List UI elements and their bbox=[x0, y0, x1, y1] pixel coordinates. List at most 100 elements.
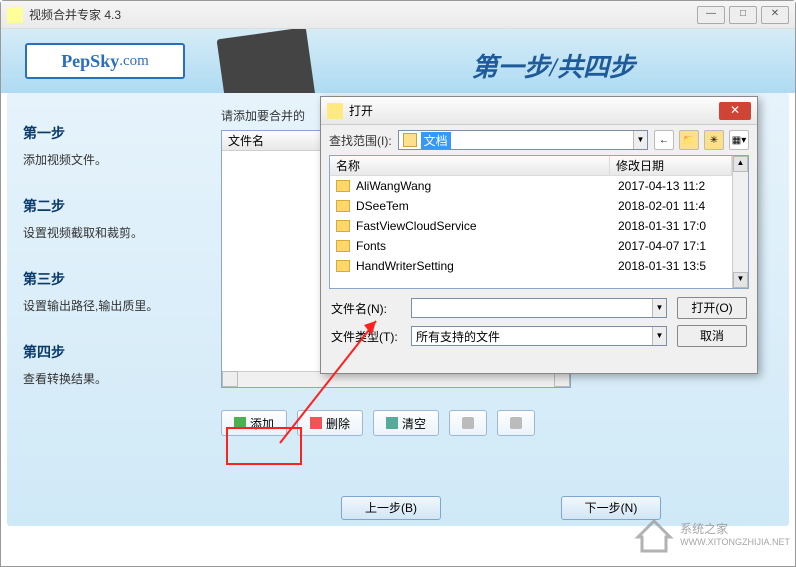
step-desc: 添加视频文件。 bbox=[23, 151, 203, 168]
view-menu-button[interactable]: ▦▾ bbox=[729, 130, 749, 150]
dialog-icon bbox=[327, 103, 343, 119]
file-name-label: 文件名(N): bbox=[331, 300, 401, 317]
window-title: 视频合并专家 4.3 bbox=[29, 6, 697, 23]
file-row[interactable]: Fonts 2017-04-07 17:1 bbox=[330, 236, 732, 256]
dialog-vscroll[interactable]: ▲ ▼ bbox=[732, 156, 748, 288]
listview-columns: 名称 修改日期 AliWangWang 2017-04-13 11:2 DSee… bbox=[330, 156, 732, 288]
folder-icon bbox=[336, 220, 350, 232]
watermark-line2: WWW.XITONGZHIJIA.NET bbox=[680, 537, 790, 548]
house-icon bbox=[634, 515, 674, 555]
folder-icon bbox=[336, 240, 350, 252]
row-name: FastViewCloudService bbox=[356, 219, 618, 233]
folder-icon bbox=[403, 133, 417, 147]
step-title: 第三步 bbox=[23, 269, 203, 289]
step-desc: 设置输出路径,输出质里。 bbox=[23, 297, 203, 314]
dialog-file-listview: 名称 修改日期 AliWangWang 2017-04-13 11:2 DSee… bbox=[329, 155, 749, 289]
app-icon bbox=[7, 7, 23, 23]
file-row[interactable]: FastViewCloudService 2018-01-31 17:0 bbox=[330, 216, 732, 236]
delete-button-label: 删除 bbox=[326, 415, 350, 432]
move-down-button[interactable] bbox=[497, 410, 535, 436]
open-file-dialog: 打开 ✕ 查找范围(I): 文档 ▼ ← 📁 ✳ ▦▾ 名称 修改日期 AliW… bbox=[320, 96, 758, 374]
row-name: DSeeTem bbox=[356, 199, 618, 213]
file-type-value: 所有支持的文件 bbox=[416, 328, 500, 345]
delete-button[interactable]: 删除 bbox=[297, 410, 363, 436]
minimize-button[interactable]: — bbox=[697, 6, 725, 24]
row-name: Fonts bbox=[356, 239, 618, 253]
file-name-input[interactable]: ▼ bbox=[411, 298, 667, 318]
file-row[interactable]: AliWangWang 2017-04-13 11:2 bbox=[330, 176, 732, 196]
step-desc: 查看转换结果。 bbox=[23, 370, 203, 387]
scroll-track[interactable] bbox=[733, 172, 748, 272]
listview-header: 名称 修改日期 bbox=[330, 156, 732, 176]
dialog-bottom: 文件名(N): ▼ 打开(O) 文件类型(T): 所有支持的文件 ▼ 取消 bbox=[321, 289, 757, 351]
banner: PepSky.com 第一步/共四步 bbox=[1, 29, 795, 93]
clear-icon bbox=[386, 417, 398, 429]
close-button[interactable]: ✕ bbox=[761, 6, 789, 24]
dialog-lookin-row: 查找范围(I): 文档 ▼ ← 📁 ✳ ▦▾ bbox=[321, 125, 757, 155]
scroll-left-button[interactable] bbox=[222, 371, 238, 387]
col-date[interactable]: 修改日期 bbox=[610, 156, 732, 175]
row-date: 2018-02-01 11:4 bbox=[618, 199, 732, 213]
logo: PepSky.com bbox=[25, 43, 185, 79]
sidebar-step-3: 第三步 设置输出路径,输出质里。 bbox=[23, 269, 203, 314]
folder-icon bbox=[336, 260, 350, 272]
watermark-line1: 系统之家 bbox=[680, 522, 790, 536]
sidebar-step-1: 第一步 添加视频文件。 bbox=[23, 123, 203, 168]
file-type-combo[interactable]: 所有支持的文件 ▼ bbox=[411, 326, 667, 346]
chevron-down-icon[interactable]: ▼ bbox=[652, 327, 666, 345]
file-toolbar: 添加 删除 清空 bbox=[221, 410, 781, 436]
file-row[interactable]: DSeeTem 2018-02-01 11:4 bbox=[330, 196, 732, 216]
file-row[interactable]: HandWriterSetting 2018-01-31 13:5 bbox=[330, 256, 732, 276]
col-name[interactable]: 名称 bbox=[330, 156, 610, 175]
lookin-combo[interactable]: 文档 ▼ bbox=[398, 130, 648, 150]
cancel-button[interactable]: 取消 bbox=[677, 325, 747, 347]
titlebar: 视频合并专家 4.3 — □ ✕ bbox=[1, 1, 795, 29]
scroll-up-button[interactable]: ▲ bbox=[733, 156, 748, 172]
add-button[interactable]: 添加 bbox=[221, 410, 287, 436]
file-list-col-name: 文件名 bbox=[228, 132, 264, 149]
step-title: 第四步 bbox=[23, 342, 203, 362]
file-type-label: 文件类型(T): bbox=[331, 328, 401, 345]
row-date: 2018-01-31 13:5 bbox=[618, 259, 732, 273]
row-date: 2017-04-13 11:2 bbox=[618, 179, 732, 193]
row-name: HandWriterSetting bbox=[356, 259, 618, 273]
step-indicator: 第一步/共四步 bbox=[472, 47, 635, 84]
maximize-button[interactable]: □ bbox=[729, 6, 757, 24]
clear-button[interactable]: 清空 bbox=[373, 410, 439, 436]
dialog-title: 打开 bbox=[349, 102, 719, 119]
down-arrow-icon bbox=[510, 417, 522, 429]
lookin-value: 文档 bbox=[421, 132, 451, 149]
clear-button-label: 清空 bbox=[402, 415, 426, 432]
chevron-down-icon[interactable]: ▼ bbox=[633, 131, 647, 149]
sidebar-step-4: 第四步 查看转换结果。 bbox=[23, 342, 203, 387]
open-button[interactable]: 打开(O) bbox=[677, 297, 747, 319]
row-date: 2017-04-07 17:1 bbox=[618, 239, 732, 253]
prev-step-button[interactable]: 上一步(B) bbox=[341, 496, 441, 520]
dialog-nav-icons: ← 📁 ✳ ▦▾ bbox=[654, 130, 749, 150]
row-name: AliWangWang bbox=[356, 179, 618, 193]
step-title: 第一步 bbox=[23, 123, 203, 143]
plus-icon bbox=[234, 417, 246, 429]
x-icon bbox=[310, 417, 322, 429]
chevron-down-icon[interactable]: ▼ bbox=[652, 299, 666, 317]
lookin-label: 查找范围(I): bbox=[329, 132, 392, 149]
window-buttons: — □ ✕ bbox=[697, 6, 789, 24]
add-button-label: 添加 bbox=[250, 415, 274, 432]
folder-icon bbox=[336, 180, 350, 192]
up-folder-button[interactable]: 📁 bbox=[679, 130, 699, 150]
step-desc: 设置视频截取和裁剪。 bbox=[23, 224, 203, 241]
dialog-titlebar: 打开 ✕ bbox=[321, 97, 757, 125]
row-date: 2018-01-31 17:0 bbox=[618, 219, 732, 233]
film-strip-graphic bbox=[217, 29, 316, 93]
up-arrow-icon bbox=[462, 417, 474, 429]
sidebar-steps: 第一步 添加视频文件。 第二步 设置视频截取和裁剪。 第三步 设置输出路径,输出… bbox=[23, 123, 203, 415]
watermark: 系统之家 WWW.XITONGZHIJIA.NET bbox=[634, 515, 790, 555]
new-folder-button[interactable]: ✳ bbox=[704, 130, 724, 150]
folder-icon bbox=[336, 200, 350, 212]
move-up-button[interactable] bbox=[449, 410, 487, 436]
back-button[interactable]: ← bbox=[654, 130, 674, 150]
dialog-close-button[interactable]: ✕ bbox=[719, 102, 751, 120]
scroll-down-button[interactable]: ▼ bbox=[733, 272, 748, 288]
listview-rows[interactable]: AliWangWang 2017-04-13 11:2 DSeeTem 2018… bbox=[330, 176, 732, 288]
sidebar-step-2: 第二步 设置视频截取和裁剪。 bbox=[23, 196, 203, 241]
